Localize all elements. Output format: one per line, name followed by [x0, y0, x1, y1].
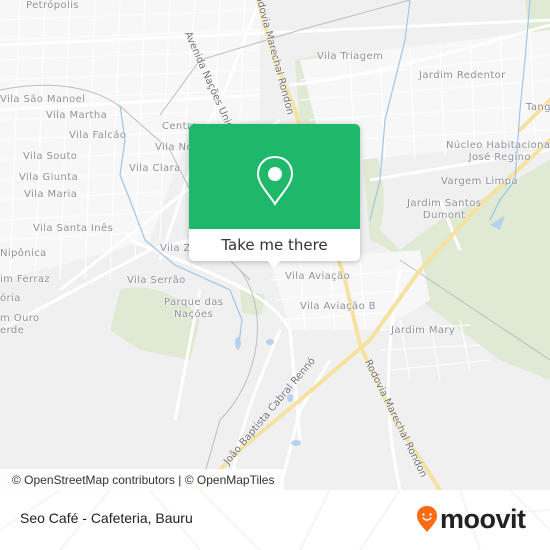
- place-label: Núcleo Habitacional José Regino: [446, 140, 550, 163]
- place-label: Nipônica: [0, 248, 47, 259]
- location-popup: Take me there: [189, 124, 360, 268]
- place-title: Seo Café - Cafeteria, Bauru: [20, 510, 193, 526]
- moovit-pin-icon: [417, 506, 437, 532]
- place-label: Vila Clara: [129, 163, 181, 174]
- footer: Seo Café - Cafeteria, Bauru moovit: [0, 490, 550, 550]
- place-label: Vila São Manoel: [0, 94, 86, 105]
- place-label: Vila Aviação B: [300, 301, 376, 312]
- place-label: Vargem Limpa: [441, 176, 518, 187]
- place-label: Vila Aviação: [285, 271, 351, 282]
- place-label: m Ouro erde: [0, 313, 40, 336]
- map[interactable]: Petrópolis Vila São Manoel Vila Martha V…: [0, 0, 550, 490]
- popup-pointer: [266, 259, 282, 268]
- place-label: Jardim Mary: [391, 325, 456, 336]
- place-label: Vila Triagem: [317, 51, 384, 62]
- place-label: ória: [0, 293, 21, 304]
- place-label: Vila Souto: [23, 151, 78, 162]
- place-label: Vila Maria: [24, 189, 78, 200]
- place-label: Vila Serrão: [127, 275, 186, 286]
- place-label: im Ferraz: [0, 274, 51, 285]
- place-label: Petrópolis: [26, 0, 79, 11]
- place-label: Jardim Redentor: [419, 70, 506, 81]
- place-label: Vila Giunta: [19, 172, 79, 183]
- place-label: Jardim Santos Dumont: [407, 198, 482, 221]
- popup-header: [189, 124, 360, 229]
- map-pin-icon: [256, 155, 294, 206]
- place-label: Vila Z: [160, 243, 191, 254]
- take-me-there-button[interactable]: Take me there: [189, 229, 360, 261]
- place-label: Tang: [526, 102, 550, 113]
- place-label: Vila Santa Inês: [33, 223, 114, 234]
- moovit-logo[interactable]: moovit: [416, 504, 526, 534]
- place-label: Vila Martha: [46, 110, 108, 121]
- map-attribution[interactable]: © OpenStreetMap contributors | © OpenMap…: [0, 469, 285, 490]
- place-label: Vila Falcão: [69, 130, 127, 141]
- place-label: Parque das Nações: [164, 297, 224, 320]
- moovit-wordmark: moovit: [440, 504, 526, 534]
